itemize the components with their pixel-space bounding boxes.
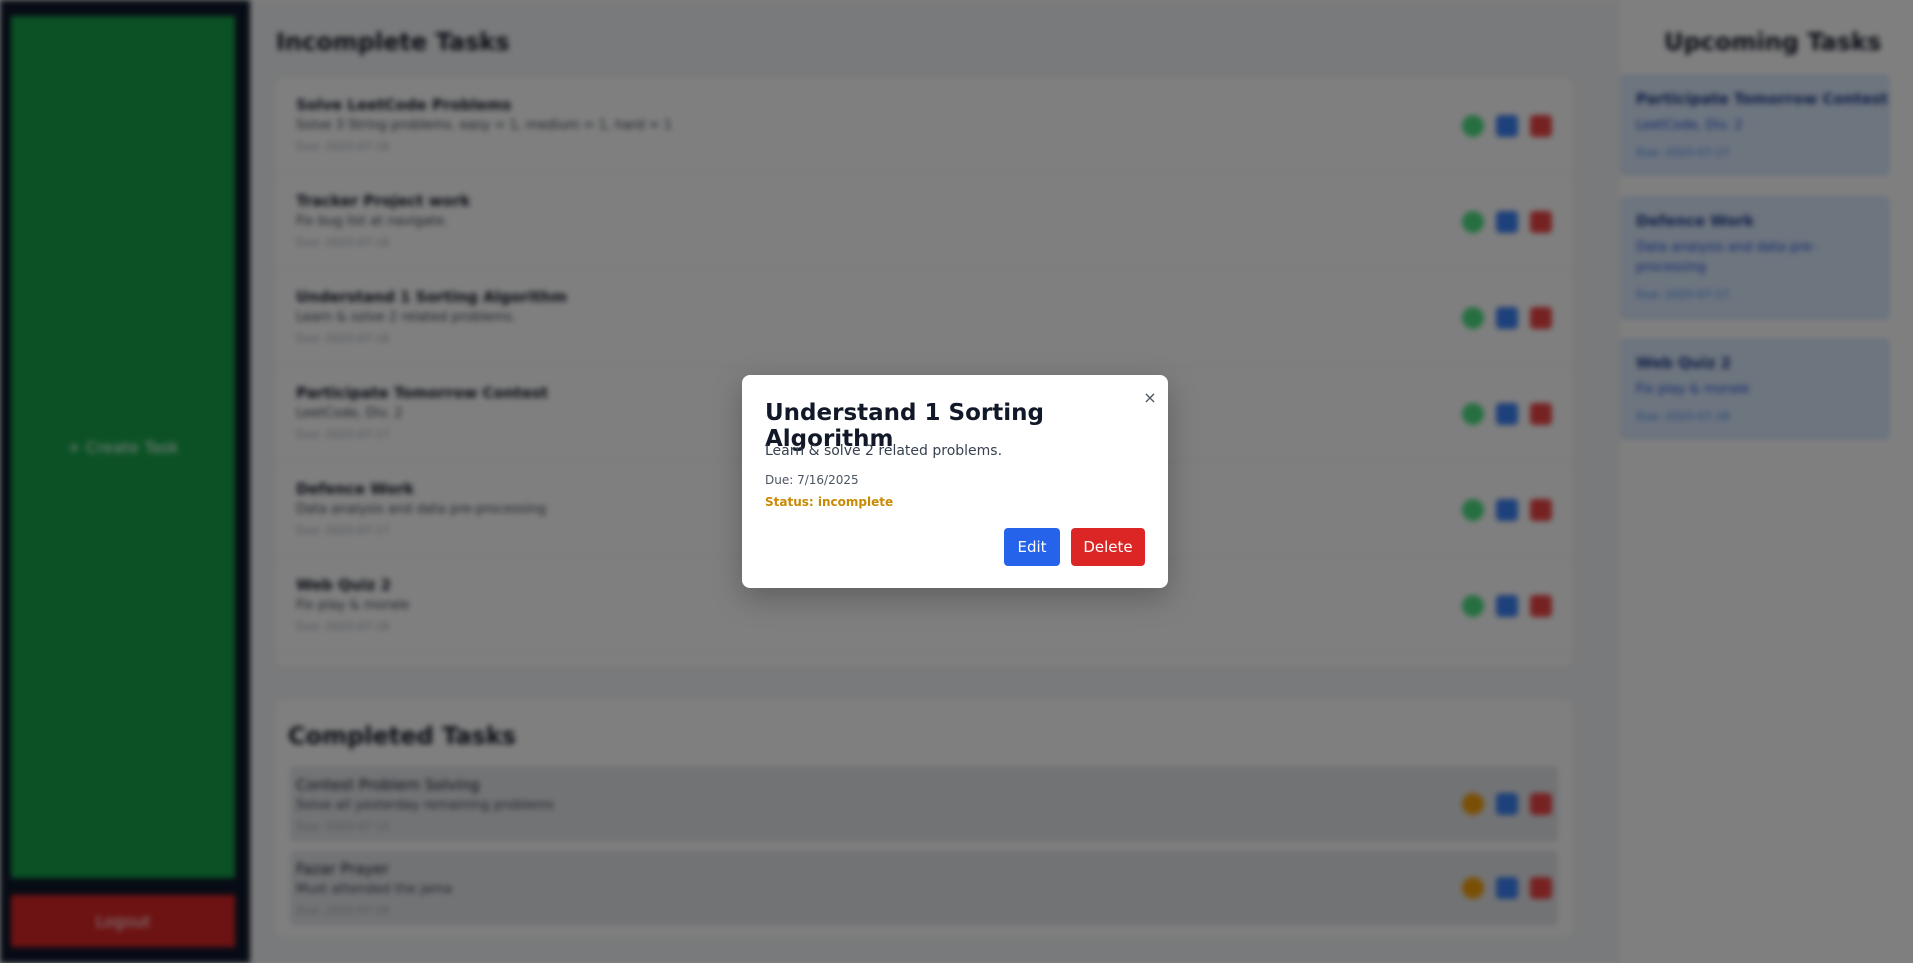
modal-status: Status: incomplete	[765, 495, 894, 509]
modal-description: Learn & solve 2 related problems.	[765, 443, 1003, 459]
task-detail-modal: × Understand 1 Sorting Algorithm Learn &…	[742, 375, 1168, 588]
delete-button[interactable]: Delete	[1071, 528, 1145, 566]
edit-button[interactable]: Edit	[1004, 528, 1060, 566]
modal-due-date: Due: 7/16/2025	[765, 473, 859, 487]
